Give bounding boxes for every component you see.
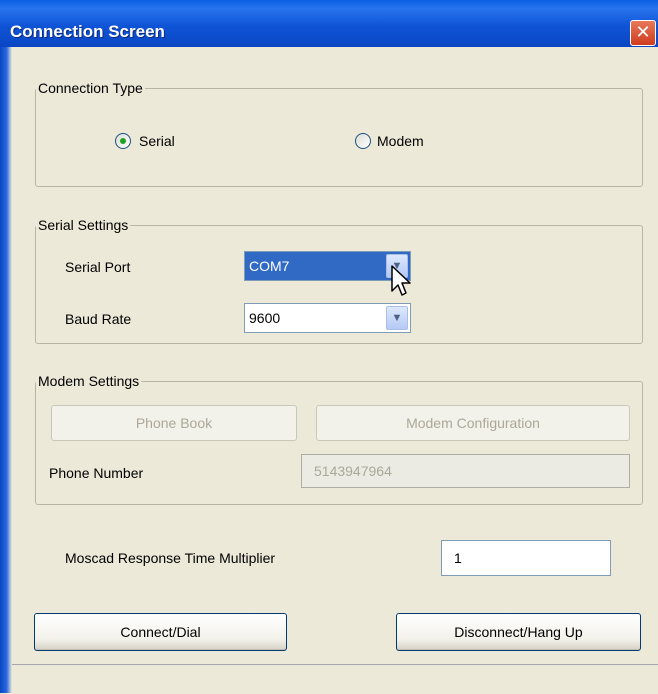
phone-number-field[interactable]: 5143947964 [301,454,630,488]
phone-book-button[interactable]: Phone Book [51,405,297,441]
mouse-pointer-icon [391,265,411,296]
window-left-border [0,47,12,693]
disconnect-hang-up-button[interactable]: Disconnect/Hang Up [396,613,641,651]
modem-radio-label[interactable]: Modem [377,133,424,149]
modem-settings-legend: Modem Settings [38,373,140,389]
baud-rate-select[interactable]: 9600 ▼ [244,303,411,333]
modem-radio[interactable] [355,133,371,149]
baud-rate-label: Baud Rate [65,311,132,327]
serial-radio[interactable] [115,133,131,149]
connection-type-legend: Connection Type [38,80,143,96]
response-multiplier-input[interactable]: 1 [441,540,611,576]
baud-rate-value: 9600 [249,310,281,326]
serial-port-select[interactable]: COM7 ▼ [244,251,411,281]
radio-selected-dot [120,138,126,144]
modem-configuration-button[interactable]: Modem Configuration [316,405,630,441]
serial-port-label: Serial Port [65,259,131,275]
chevron-down-icon[interactable]: ▼ [386,306,408,330]
title-bar[interactable]: Connection Screen ✕ [0,0,658,47]
serial-settings-legend: Serial Settings [38,217,129,233]
serial-radio-label[interactable]: Serial [139,133,175,149]
connect-dial-button[interactable]: Connect/Dial [34,613,287,651]
close-button[interactable]: ✕ [630,20,656,46]
close-icon: ✕ [635,22,651,42]
response-multiplier-label: Moscad Response Time Multiplier [65,550,276,566]
window-title: Connection Screen [10,22,165,41]
status-bar [12,664,658,694]
phone-number-label: Phone Number [49,465,144,481]
serial-port-value: COM7 [249,258,290,274]
